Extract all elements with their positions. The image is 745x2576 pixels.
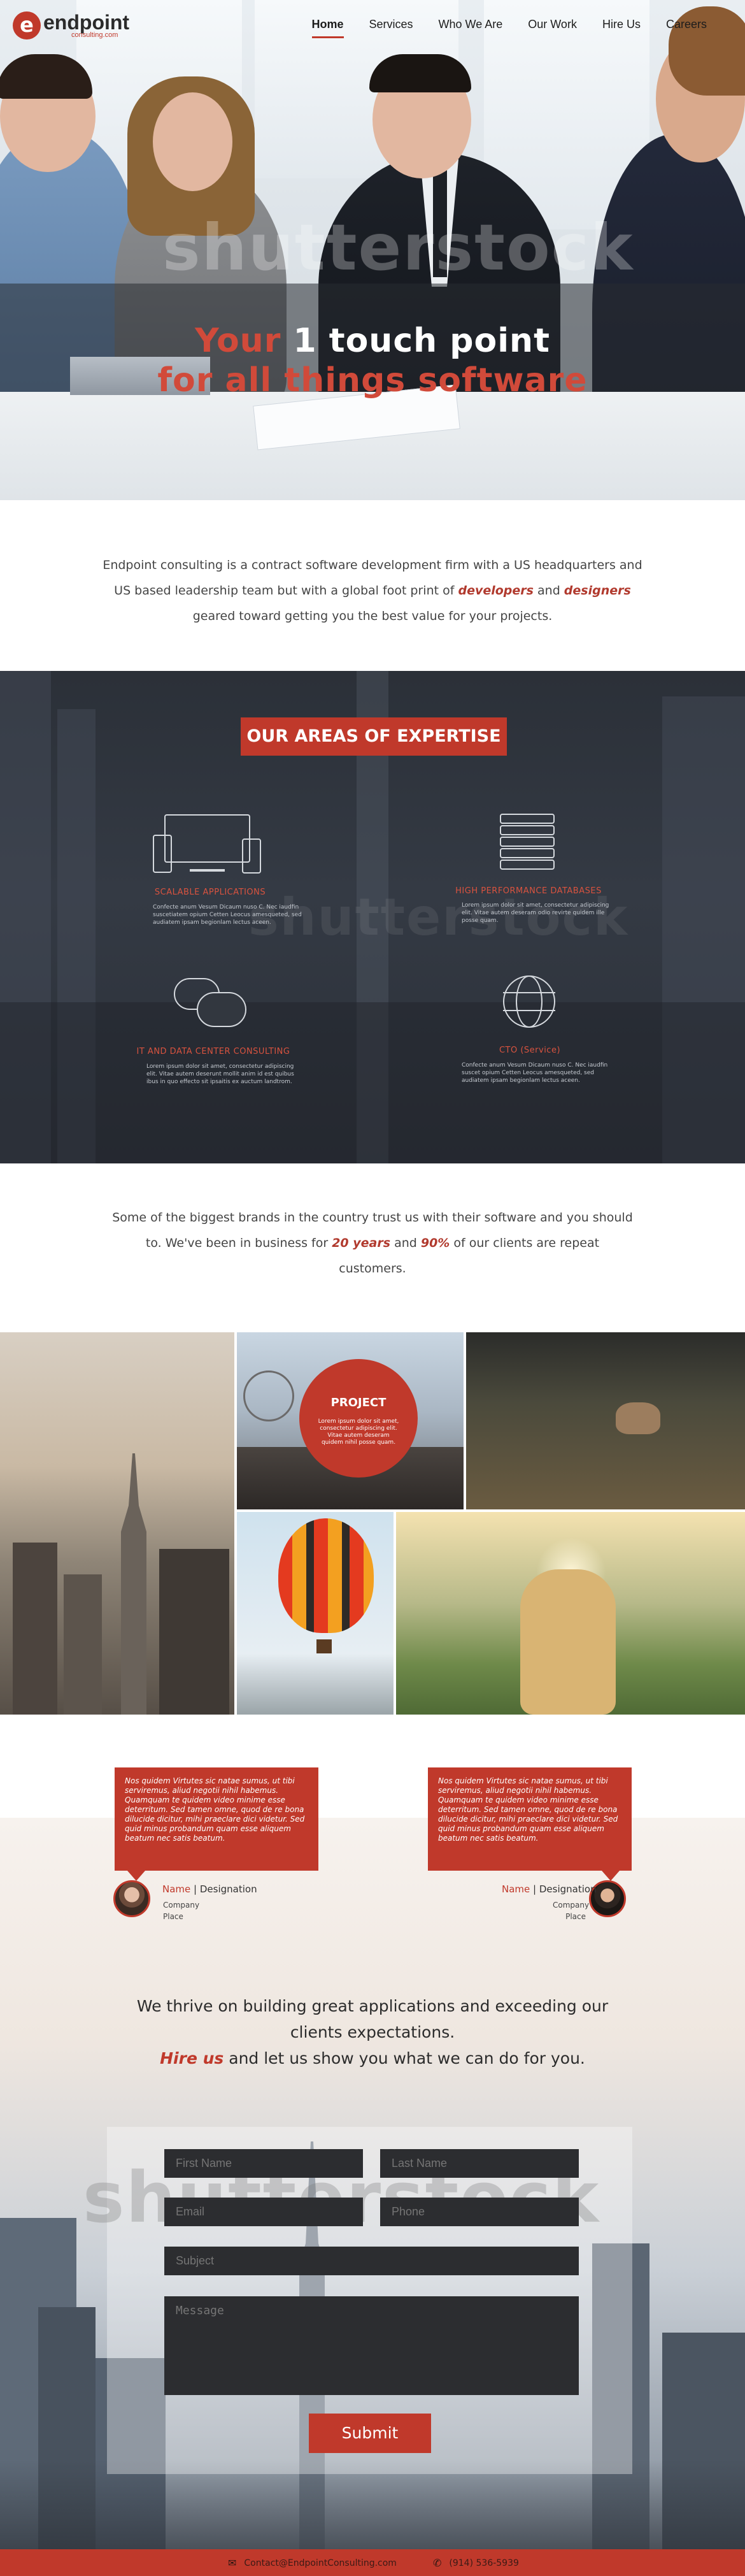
- expertise-desc: Lorem ipsum dolor sit amet, consectetur …: [462, 902, 609, 924]
- envelope-icon: ✉: [228, 2557, 237, 2569]
- gallery-image-fox[interactable]: [466, 1332, 745, 1509]
- database-icon: [500, 814, 557, 871]
- testimonial-name-1: Name | Designation: [162, 1883, 257, 1895]
- expertise-title-cto-service: CTO (Service): [499, 1046, 561, 1055]
- watermark: shutterstock: [162, 210, 634, 285]
- testimonial-designation: Designation: [199, 1883, 257, 1895]
- footer-phone[interactable]: ✆ (914) 536-5939: [433, 2557, 519, 2569]
- footer-bar: ✉ Contact@EndpointConsulting.com ✆ (914) 5…: [0, 2549, 745, 2576]
- expertise-desc: Lorem ipsum dolor sit amet, consectetur …: [146, 1063, 294, 1085]
- contact-text-part: We thrive on building great applications…: [136, 1997, 609, 2041]
- gallery-image-skyline[interactable]: [0, 1332, 234, 1715]
- testimonial-company: Company: [163, 1901, 200, 1910]
- globe-icon: [503, 975, 557, 1030]
- logo-name: endpoint: [43, 11, 130, 34]
- nav-our-work[interactable]: Our Work: [528, 18, 577, 38]
- expertise-section: shutterstock OUR AREAS OF EXPERTISE SCAL…: [0, 671, 745, 1163]
- expertise-title-high-performance-databases: HIGH PERFORMANCE DATABASES: [455, 886, 602, 896]
- logo-text: endpoint consulting.com: [43, 11, 130, 39]
- contact-text-part: and let us show you what we can do for y…: [223, 2049, 585, 2068]
- expertise-title-it-data-center: IT AND DATA CENTER CONSULTING: [136, 1047, 290, 1056]
- hero-title-red: Your: [195, 322, 294, 360]
- trust-section: Some of the biggest brands in the countr…: [0, 1163, 745, 1332]
- subject-field[interactable]: [164, 2247, 579, 2275]
- testimonial-meta-2: Company Place: [553, 1899, 590, 1922]
- trust-text: Some of the biggest brands in the countr…: [111, 1205, 634, 1281]
- gallery-image-field[interactable]: [396, 1512, 745, 1715]
- project-desc: Lorem ipsum dolor sit amet, consectetur …: [318, 1418, 399, 1446]
- hero-section: shutterstock Your 1 touch point for all …: [0, 0, 745, 500]
- expertise-title-scalable-applications: SCALABLE APPLICATIONS: [154, 888, 266, 897]
- trust-highlight-percent: 90%: [420, 1236, 450, 1250]
- testimonials-background: [0, 1715, 745, 1818]
- nav-home[interactable]: Home: [311, 18, 344, 38]
- intro-text: Endpoint consulting is a contract softwa…: [102, 552, 643, 629]
- nav-careers[interactable]: Careers: [666, 18, 707, 38]
- contact-text: We thrive on building great applications…: [118, 1993, 627, 2071]
- testimonial-place: Place: [565, 1912, 586, 1921]
- devices-icon: [153, 814, 261, 875]
- testimonials-section: Nos quidem Virtutes sic natae sumus, ut …: [0, 1715, 745, 1921]
- footer-phone-text: (914) 536-5939: [449, 2558, 519, 2568]
- quote-tail-icon: [602, 1871, 620, 1881]
- last-name-field[interactable]: [380, 2149, 579, 2178]
- first-name-field[interactable]: [164, 2149, 363, 2178]
- testimonial-quote-1: Nos quidem Virtutes sic natae sumus, ut …: [115, 1767, 318, 1871]
- contact-section: We thrive on building great applications…: [0, 1818, 745, 2549]
- intro-text-part: and: [533, 584, 564, 598]
- trust-text-part: and: [390, 1236, 421, 1250]
- testimonial-company: Company: [553, 1901, 590, 1910]
- contact-hire-us: Hire us: [160, 2049, 224, 2068]
- intro-text-part: geared toward getting you the best value…: [192, 609, 553, 623]
- phone-field[interactable]: [380, 2198, 579, 2226]
- nav-who-we-are[interactable]: Who We Are: [439, 18, 503, 38]
- quote-tail-icon: [127, 1871, 145, 1881]
- footer-email-text: Contact@EndpointConsulting.com: [244, 2558, 397, 2568]
- testimonial-meta-1: Company Place: [163, 1899, 199, 1922]
- chat-bubbles-icon: [174, 978, 250, 1032]
- nav-hire-us[interactable]: Hire Us: [602, 18, 641, 38]
- message-field[interactable]: [164, 2296, 579, 2395]
- hero-title-white: 1 touch point: [293, 322, 550, 360]
- trust-highlight-years: 20 years: [332, 1236, 391, 1250]
- expertise-desc: Confecte anum Vesum Dicaum nuso C. Nec i…: [153, 904, 302, 926]
- main-nav: Home Services Who We Are Our Work Hire U…: [287, 18, 707, 38]
- testimonial-person-name: Name: [162, 1883, 191, 1895]
- testimonial-person-name: Name: [502, 1883, 530, 1895]
- project-title: PROJECT: [330, 1396, 387, 1409]
- project-badge[interactable]: PROJECT Lorem ipsum dolor sit amet, cons…: [299, 1359, 418, 1478]
- logo[interactable]: e endpoint consulting.com: [13, 11, 129, 40]
- nav-services[interactable]: Services: [369, 18, 413, 38]
- intro-section: Endpoint consulting is a contract softwa…: [0, 500, 745, 671]
- avatar: [113, 1880, 150, 1917]
- testimonial-designation: Designation: [539, 1883, 597, 1895]
- email-field[interactable]: [164, 2198, 363, 2226]
- expertise-desc: Confecte anum Vesum Dicaum nuso C. Nec i…: [462, 1062, 608, 1084]
- intro-highlight-developers: developers: [458, 584, 534, 598]
- expertise-banner: OUR AREAS OF EXPERTISE: [241, 717, 507, 756]
- hero-title-line2: for all things software: [157, 361, 588, 399]
- submit-button[interactable]: Submit: [309, 2414, 431, 2453]
- testimonial-name-2: Name | Designation: [502, 1883, 597, 1895]
- gallery-image-balloon[interactable]: [237, 1512, 394, 1715]
- intro-highlight-designers: designers: [564, 584, 631, 598]
- testimonial-place: Place: [163, 1912, 183, 1921]
- logo-mark: e: [13, 11, 41, 40]
- person-hair: [369, 54, 471, 92]
- testimonial-quote-2: Nos quidem Virtutes sic natae sumus, ut …: [428, 1767, 632, 1871]
- phone-icon: ✆: [433, 2557, 442, 2569]
- hero-title-line1: Your 1 touch point: [0, 322, 745, 360]
- person-head: [153, 92, 232, 191]
- footer-email[interactable]: ✉ Contact@EndpointConsulting.com: [228, 2557, 397, 2569]
- background-people: [0, 1002, 745, 1163]
